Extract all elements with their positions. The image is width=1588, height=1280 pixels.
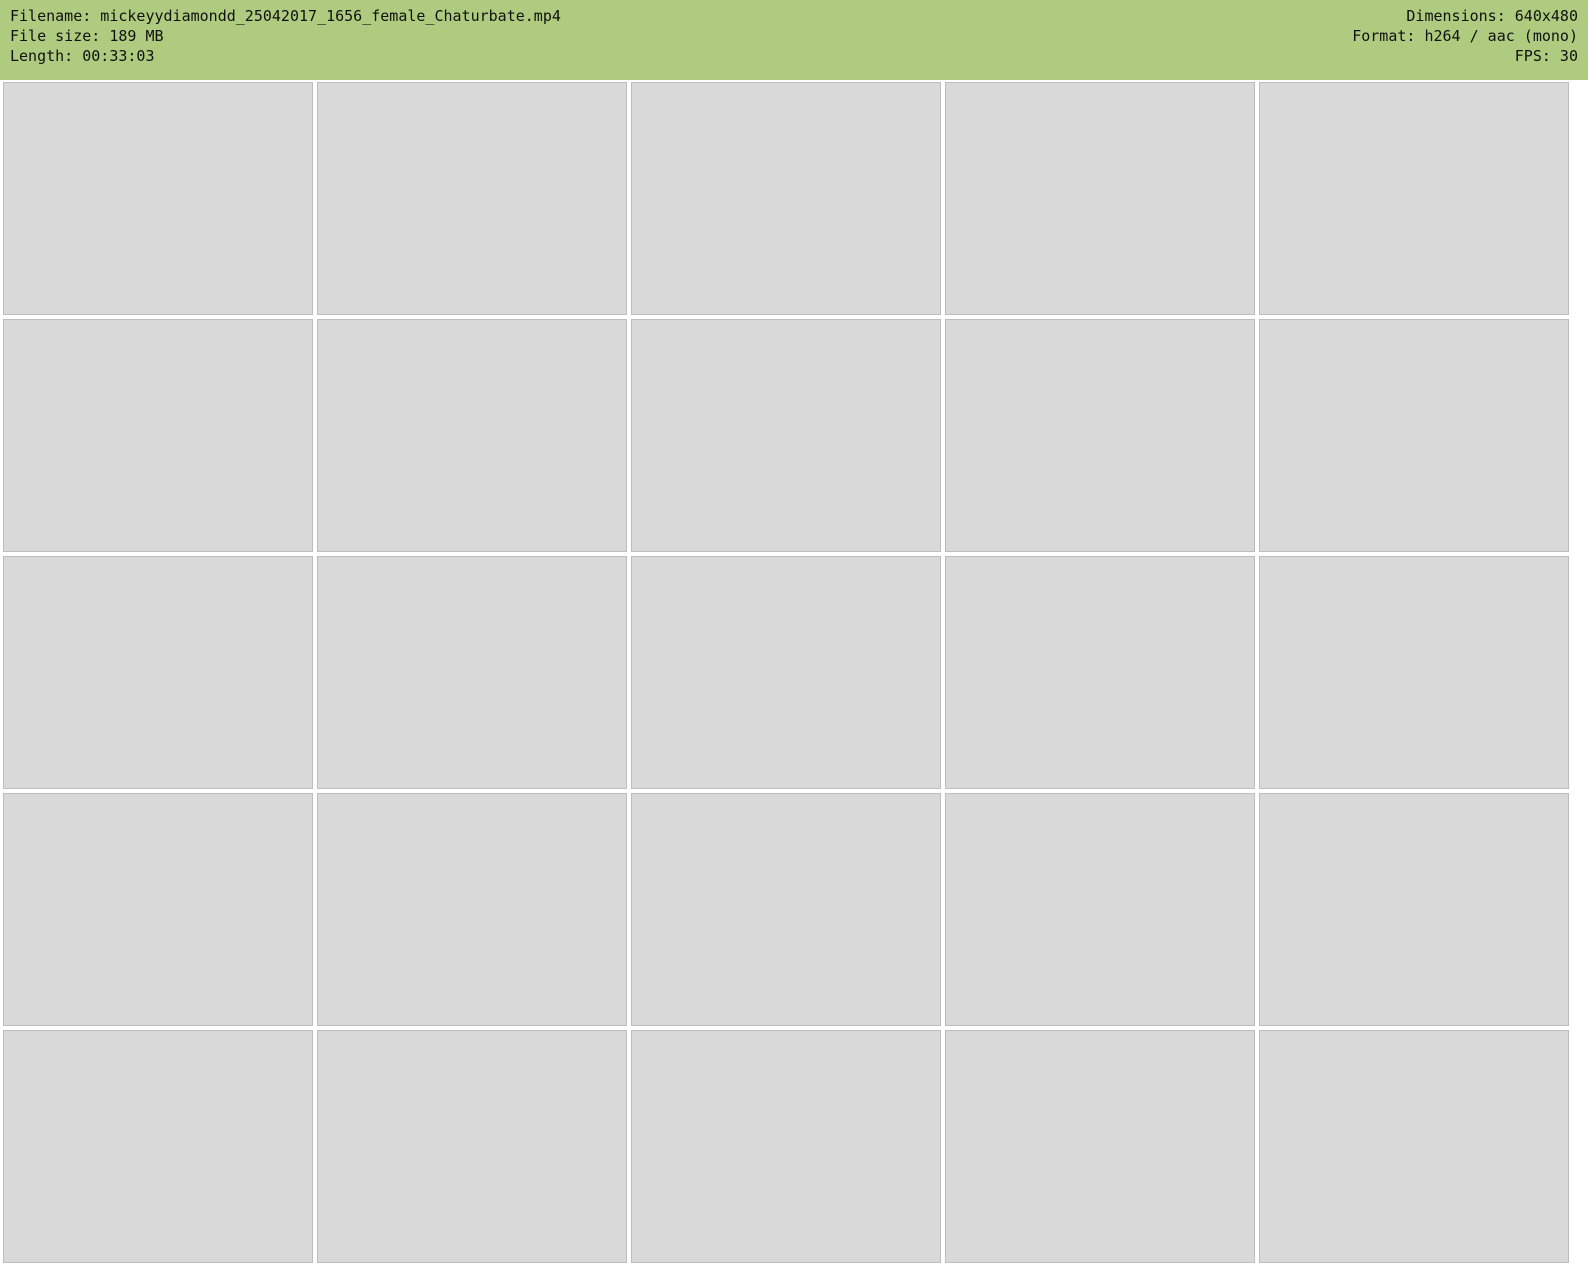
thumbnail-placeholder [3,793,313,1026]
thumbnail-placeholder [1259,82,1569,315]
thumbnail-placeholder [945,793,1255,1026]
thumbnail-placeholder [1259,319,1569,552]
file-info-right: Dimensions: 640x480 Format: h264 / aac (… [1352,6,1578,80]
thumbnail-placeholder [631,1030,941,1263]
thumbnail-placeholder [3,82,313,315]
dimensions-label: Dimensions: 640x480 [1406,7,1578,25]
thumbnail-placeholder [945,556,1255,789]
thumbnail-placeholder [3,1030,313,1263]
thumbnail-placeholder [945,319,1255,552]
thumbnail-placeholder [317,793,627,1026]
thumbnail-placeholder [631,556,941,789]
thumbnail-placeholder [317,556,627,789]
thumbnail-placeholder [317,82,627,315]
thumbnail-placeholder [1259,556,1569,789]
thumbnail-placeholder [1259,793,1569,1026]
thumbnail-grid [0,80,1588,1265]
thumbnail-placeholder [631,793,941,1026]
thumbnail-placeholder [945,82,1255,315]
thumbnail-placeholder [3,319,313,552]
filename-label: Filename: mickeyydiamondd_25042017_1656_… [10,7,561,25]
filesize-label: File size: 189 MB [10,27,164,45]
thumbnail-placeholder [631,82,941,315]
file-info-left: Filename: mickeyydiamondd_25042017_1656_… [10,6,561,80]
thumbnail-placeholder [631,319,941,552]
info-header: Filename: mickeyydiamondd_25042017_1656_… [0,0,1588,80]
thumbnail-placeholder [945,1030,1255,1263]
thumbnail-placeholder [317,1030,627,1263]
length-label: Length: 00:33:03 [10,47,155,65]
thumbnail-placeholder [1259,1030,1569,1263]
thumbnail-placeholder [3,556,313,789]
format-label: Format: h264 / aac (mono) [1352,27,1578,45]
fps-label: FPS: 30 [1514,47,1578,65]
thumbnail-placeholder [317,319,627,552]
